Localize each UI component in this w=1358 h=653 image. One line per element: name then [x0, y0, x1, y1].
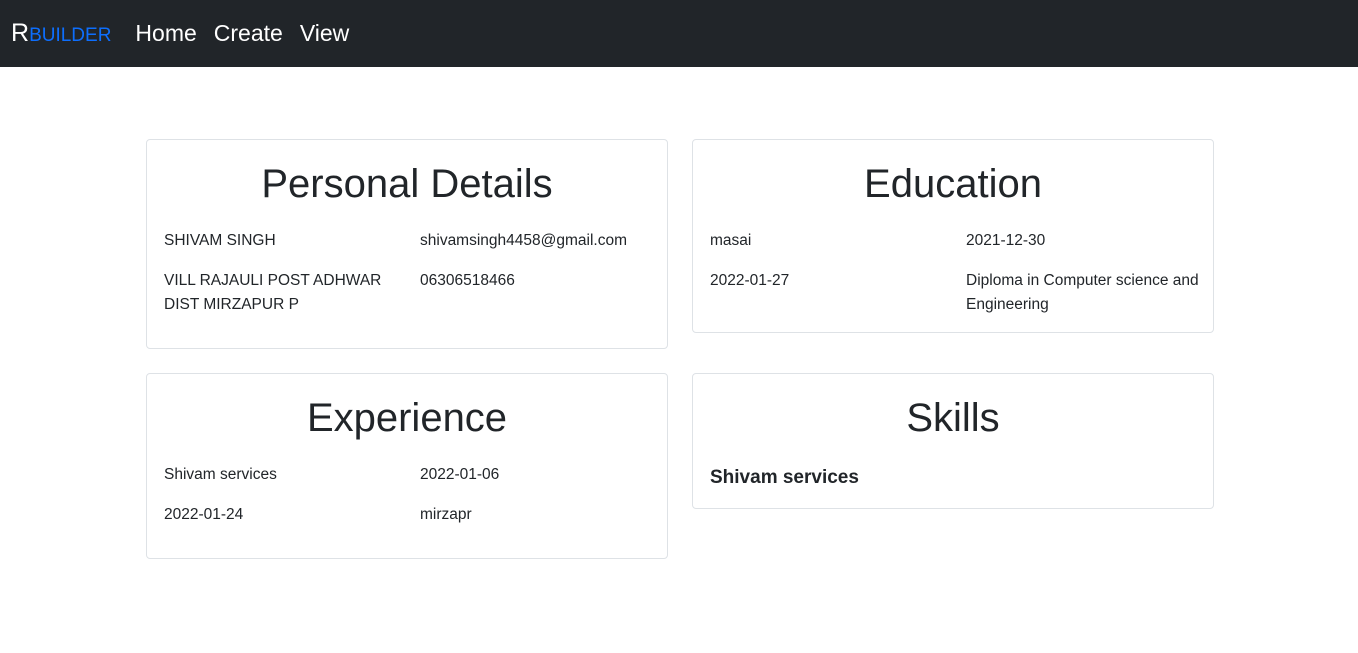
brand-name: BUILDER [29, 25, 112, 46]
personal-details-card: Personal Details SHIVAM SINGH shivamsing… [146, 139, 668, 349]
education-end-date: 2022-01-27 [710, 272, 790, 289]
education-institute: masai [710, 232, 752, 249]
experience-end-date: 2022-01-24 [164, 506, 244, 523]
education-start-date: 2021-12-30 [966, 232, 1046, 249]
personal-name: SHIVAM SINGH [164, 232, 276, 249]
experience-location: mirzapr [420, 506, 472, 523]
personal-address: VILL RAJAULI POST ADHWAR DIST MIRZAPUR P [164, 272, 382, 313]
education-card: Education masai 2021-12-30 2022-01-27 Di… [692, 139, 1214, 333]
brand-logo[interactable]: R BUILDER [11, 21, 111, 46]
education-degree: Diploma in Computer science and Engineer… [966, 272, 1199, 313]
nav-link-view[interactable]: View [300, 22, 349, 45]
skills-card: Skills Shivam services [692, 373, 1214, 509]
experience-title: Experience [306, 396, 508, 440]
navbar: R BUILDER Home Create View [0, 0, 1358, 67]
experience-start-date: 2022-01-06 [420, 466, 500, 483]
personal-details-title: Personal Details [261, 162, 553, 206]
skills-title: Skills [906, 396, 1000, 440]
experience-company: Shivam services [164, 466, 277, 483]
experience-card: Experience Shivam services 2022-01-06 20… [146, 373, 668, 559]
personal-email: shivamsingh4458@gmail.com [420, 232, 627, 249]
nav-link-create[interactable]: Create [214, 22, 283, 45]
personal-phone: 06306518466 [420, 272, 515, 289]
nav-link-home[interactable]: Home [135, 22, 196, 45]
brand-initial: R [11, 19, 30, 47]
skill-item: Shivam services [710, 467, 859, 488]
education-title: Education [864, 162, 1042, 206]
